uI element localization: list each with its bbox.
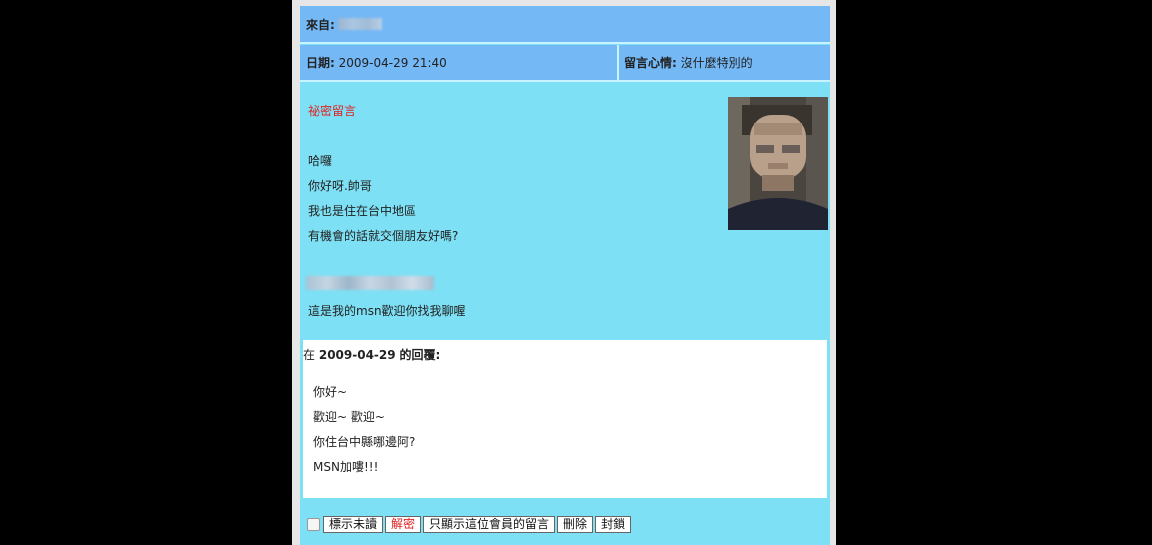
date-value: 2009-04-29 21:40 xyxy=(338,55,447,70)
date-label: 日期: xyxy=(306,56,335,70)
reply-box: 在 2009-04-29 的回覆: 你好~ 歡迎~ 歡迎~ 你住台中縣哪邊阿? … xyxy=(303,340,827,498)
decrypt-button[interactable]: 解密 xyxy=(385,515,422,533)
reply-header: 在 2009-04-29 的回覆: xyxy=(303,346,440,363)
mood-cell: 留言心情: 沒什麼特別的 xyxy=(624,45,753,80)
meta-divider xyxy=(617,45,619,80)
mood-value: 沒什麼特別的 xyxy=(680,56,753,70)
meta-row: 日期: 2009-04-29 21:40 留言心情: 沒什麼特別的 xyxy=(300,45,830,82)
from-cell: 來自: xyxy=(306,6,382,42)
reply-line: 你住台中縣哪邊阿? xyxy=(313,435,416,449)
guestbook-panel: 來自: 日期: 2009-04-29 21:40 留言心情: 沒什麼特別的 祕密… xyxy=(292,0,836,545)
message-line: 哈囉 xyxy=(308,154,333,168)
msn-address-redacted xyxy=(306,276,434,290)
mood-label: 留言心情: xyxy=(624,56,677,70)
reply-line: MSN加嘍!!! xyxy=(313,460,379,474)
message-line: 有機會的話就交個朋友好嗎? xyxy=(308,229,459,243)
message-line: 你好呀.帥哥 xyxy=(308,179,372,193)
secret-message-tag: 祕密留言 xyxy=(308,104,357,118)
reply-suffix: 的回覆: xyxy=(399,348,441,362)
from-row: 來自: xyxy=(300,6,830,44)
mark-unread-button[interactable]: 標示未讀 xyxy=(323,515,384,533)
delete-button[interactable]: 刪除 xyxy=(557,515,594,533)
reply-line: 你好~ xyxy=(313,385,348,399)
msn-line: 這是我的msn歡迎你找我聊喔 xyxy=(308,304,466,318)
select-checkbox[interactable] xyxy=(307,517,320,531)
reply-prefix: 在 xyxy=(303,348,316,362)
sender-name-redacted[interactable] xyxy=(337,18,382,30)
guestbook-message: 來自: 日期: 2009-04-29 21:40 留言心情: 沒什麼特別的 祕密… xyxy=(300,6,830,545)
reply-date: 2009-04-29 xyxy=(318,348,396,362)
show-member-only-button[interactable]: 只顯示這位會員的留言 xyxy=(423,515,556,533)
from-label: 來自: xyxy=(306,17,335,32)
block-button[interactable]: 封鎖 xyxy=(595,515,632,533)
avatar[interactable] xyxy=(728,97,828,230)
reply-line: 歡迎~ 歡迎~ xyxy=(313,410,385,424)
message-line: 我也是住在台中地區 xyxy=(308,204,417,218)
action-bar: 標示未讀 解密 只顯示這位會員的留言 刪除 封鎖 xyxy=(307,514,633,534)
date-cell: 日期: 2009-04-29 21:40 xyxy=(306,45,447,80)
avatar-image xyxy=(728,97,828,230)
